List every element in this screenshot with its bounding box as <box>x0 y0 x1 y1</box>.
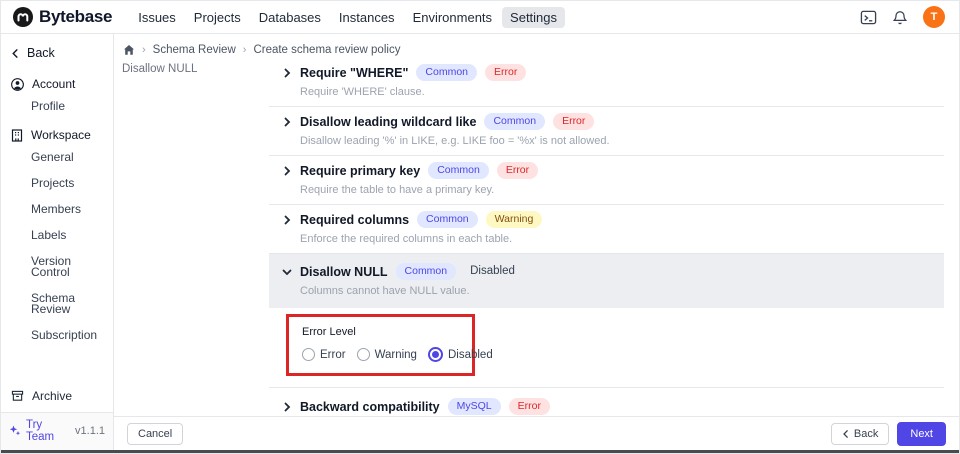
chevron-left-icon <box>842 430 850 438</box>
badge-level: Error <box>509 398 550 415</box>
rule-require-where: Require "WHERE" Common Error Require 'WH… <box>269 58 944 107</box>
main-content: › Schema Review › Create schema review p… <box>114 34 959 450</box>
badge-engine: Common <box>428 162 489 179</box>
navbar-right: T <box>859 6 945 28</box>
badge-engine: Common <box>396 263 457 280</box>
version-label: v1.1.1 <box>75 425 105 437</box>
try-team-link[interactable]: Try Team <box>26 419 70 443</box>
sidebar-item-subscription[interactable]: Subscription <box>1 325 113 346</box>
bytebase-logo-icon <box>13 7 33 27</box>
chevron-right-icon <box>282 166 292 176</box>
radio-option-disabled[interactable]: Disabled <box>428 347 493 362</box>
terminal-icon[interactable] <box>859 8 877 26</box>
sparkle-icon <box>9 425 21 437</box>
settings-sidebar: Back Account Profile Workspace <box>1 34 114 450</box>
rule-required-columns: Required columns Common Warning Enforce … <box>269 205 944 254</box>
archive-icon <box>11 390 24 402</box>
badge-engine: MySQL <box>448 398 501 415</box>
top-navbar: Bytebase Issues Projects Databases Insta… <box>1 1 959 34</box>
radio-icon[interactable] <box>357 348 370 361</box>
nav-item-instances[interactable]: Instances <box>331 7 403 28</box>
chevron-left-icon <box>11 49 20 58</box>
nav-item-issues[interactable]: Issues <box>130 7 184 28</box>
rule-description: Require the table to have a primary key. <box>300 184 944 196</box>
badge-engine: Common <box>484 113 545 130</box>
breadcrumb-create-policy[interactable]: Create schema review policy <box>253 44 400 56</box>
sidebar-item-general[interactable]: General <box>1 147 113 168</box>
sidebar-item-projects[interactable]: Projects <box>1 173 113 194</box>
sidebar-item-profile[interactable]: Profile <box>1 96 113 117</box>
radio-option-warning[interactable]: Warning <box>357 348 417 361</box>
error-level-options: Error Warning Disabled <box>302 347 459 362</box>
cancel-button[interactable]: Cancel <box>127 423 183 445</box>
archive-link[interactable]: Archive <box>1 381 113 412</box>
error-level-label: Error Level <box>302 326 459 338</box>
home-icon[interactable] <box>122 43 135 56</box>
rules-list: Require "WHERE" Common Error Require 'WH… <box>269 58 944 441</box>
rule-disallow-null: Disallow NULL Common Disabled Columns ca… <box>269 254 944 308</box>
breadcrumb-separator: › <box>142 44 146 56</box>
badge-engine: Common <box>416 64 477 81</box>
rule-header[interactable]: Require primary key Common Error <box>282 162 944 179</box>
chevron-right-icon <box>282 402 292 412</box>
rule-header[interactable]: Backward compatibility MySQL Error <box>282 398 944 415</box>
badge-level: Error <box>485 64 526 81</box>
badge-level: Warning <box>486 211 543 228</box>
chevron-right-icon <box>282 68 292 78</box>
badge-level: Error <box>497 162 538 179</box>
app-window: Bytebase Issues Projects Databases Insta… <box>0 0 960 454</box>
breadcrumb-schema-review[interactable]: Schema Review <box>153 44 236 56</box>
chevron-down-icon <box>282 267 292 277</box>
nav-item-settings[interactable]: Settings <box>502 7 565 28</box>
rule-detail-panel: Error Level Error Warning <box>269 308 944 388</box>
breadcrumb-separator: › <box>243 44 247 56</box>
rule-header[interactable]: Disallow leading wildcard like Common Er… <box>282 113 944 130</box>
nav-item-projects[interactable]: Projects <box>186 7 249 28</box>
chevron-right-icon <box>282 117 292 127</box>
rule-header[interactable]: Require "WHERE" Common Error <box>282 64 944 81</box>
plan-row: Try Team v1.1.1 <box>1 413 113 450</box>
breadcrumb: › Schema Review › Create schema review p… <box>114 34 959 58</box>
rule-description: Columns cannot have NULL value. <box>300 285 944 297</box>
building-icon <box>11 129 23 142</box>
rule-header[interactable]: Required columns Common Warning <box>282 211 944 228</box>
sidebar-item-schema-review[interactable]: Schema Review <box>1 288 113 320</box>
rule-require-primary-key: Require primary key Common Error Require… <box>269 156 944 205</box>
user-icon <box>11 78 24 91</box>
back-button[interactable]: Back <box>831 423 889 445</box>
rule-description: Require 'WHERE' clause. <box>300 86 944 98</box>
brand-name: Bytebase <box>39 7 112 27</box>
window-bottom-edge <box>1 450 959 453</box>
main-nav: Issues Projects Databases Instances Envi… <box>130 7 565 28</box>
back-link[interactable]: Back <box>1 34 113 68</box>
badge-level: Disabled <box>464 263 517 280</box>
rule-description: Disallow leading '%' in LIKE, e.g. LIKE … <box>300 135 944 147</box>
bell-icon[interactable] <box>891 8 909 26</box>
badge-engine: Common <box>417 211 478 228</box>
nav-item-environments[interactable]: Environments <box>405 7 500 28</box>
sidebar-section-workspace[interactable]: Workspace <box>1 119 113 147</box>
bytebase-logo[interactable]: Bytebase <box>13 7 112 27</box>
chevron-right-icon <box>282 215 292 225</box>
radio-option-error[interactable]: Error <box>302 348 346 361</box>
rule-description: Enforce the required columns in each tab… <box>300 233 944 245</box>
rule-disallow-leading-wildcard: Disallow leading wildcard like Common Er… <box>269 107 944 156</box>
badge-level: Error <box>553 113 594 130</box>
next-button[interactable]: Next <box>897 422 946 446</box>
sidebar-item-members[interactable]: Members <box>1 199 113 220</box>
rule-header[interactable]: Disallow NULL Common Disabled <box>282 263 944 280</box>
nav-item-databases[interactable]: Databases <box>251 7 329 28</box>
radio-icon[interactable] <box>302 348 315 361</box>
radio-icon-checked[interactable] <box>428 347 443 362</box>
sidebar-item-labels[interactable]: Labels <box>1 225 113 246</box>
sidebar-item-version-control[interactable]: Version Control <box>1 251 113 283</box>
page-label: Disallow NULL <box>114 58 269 75</box>
wizard-footer: Cancel Back Next <box>114 416 959 450</box>
error-level-annotation-box: Error Level Error Warning <box>286 314 475 376</box>
user-avatar[interactable]: T <box>923 6 945 28</box>
sidebar-section-account[interactable]: Account <box>1 68 113 96</box>
